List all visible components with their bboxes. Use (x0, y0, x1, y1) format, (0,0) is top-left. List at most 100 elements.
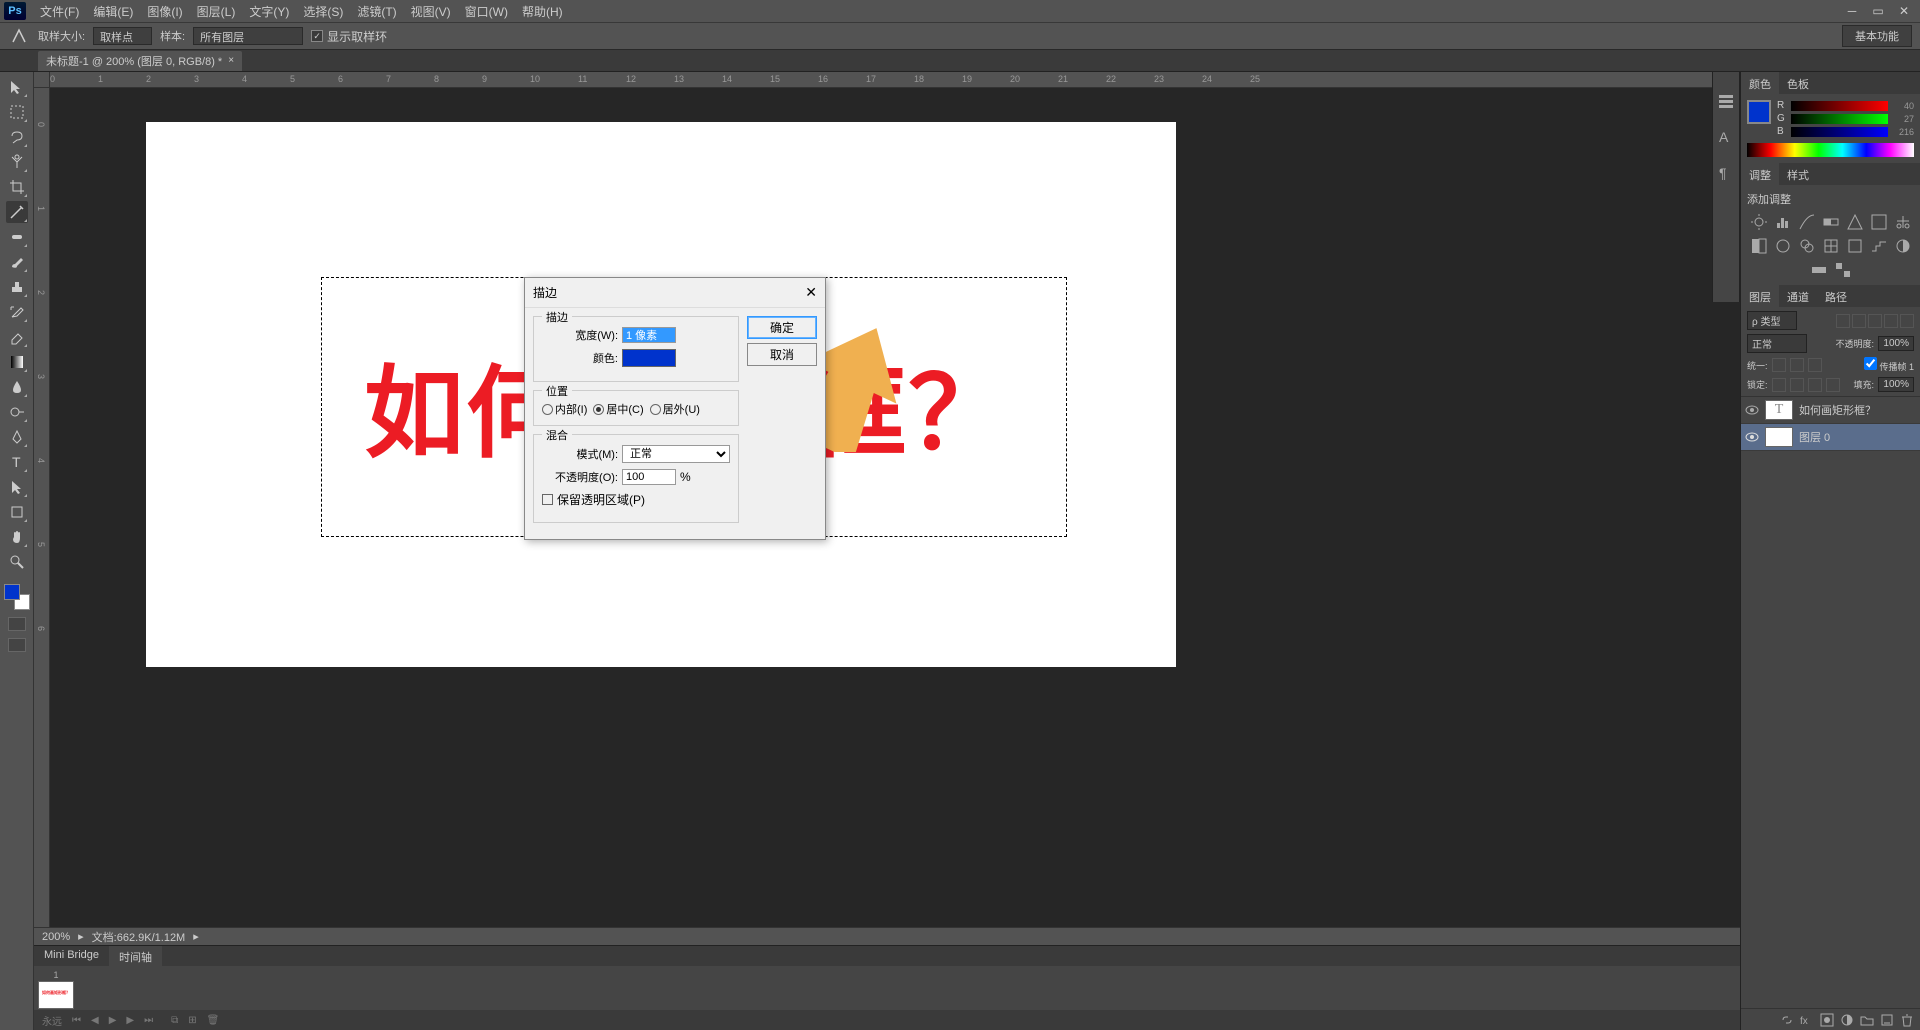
lock-transparent-icon[interactable] (1772, 378, 1786, 392)
color-picker[interactable] (622, 349, 676, 367)
marquee-tool[interactable] (6, 101, 28, 123)
vibrance-icon[interactable] (1846, 213, 1864, 231)
tab-swatches[interactable]: 色板 (1779, 72, 1817, 94)
opacity-input[interactable] (622, 469, 676, 485)
menu-file[interactable]: 文件(F) (34, 1, 85, 22)
character-panel-icon[interactable]: A (1717, 128, 1735, 146)
gradient-map-icon[interactable] (1810, 261, 1828, 279)
quick-select-tool[interactable] (6, 151, 28, 173)
blend-mode-select[interactable]: 正常 (1747, 334, 1807, 353)
maximize-button[interactable]: ▭ (1866, 2, 1890, 20)
menu-type[interactable]: 文字(Y) (243, 1, 295, 22)
b-slider[interactable] (1791, 127, 1888, 137)
group-icon[interactable] (1860, 1013, 1874, 1027)
zoom-level[interactable]: 200% (42, 931, 70, 943)
sample-size-select[interactable]: 取样点 (93, 27, 152, 45)
ok-button[interactable]: 确定 (747, 316, 817, 339)
next-frame-icon[interactable]: ▶ (126, 1015, 134, 1026)
shape-tool[interactable] (6, 501, 28, 523)
menu-select[interactable]: 选择(S) (297, 1, 349, 22)
unify-vis-icon[interactable] (1790, 358, 1804, 372)
curves-icon[interactable] (1798, 213, 1816, 231)
layer-item-bg[interactable]: 图层 0 (1741, 424, 1920, 451)
tab-layers[interactable]: 图层 (1741, 285, 1779, 307)
foreground-color[interactable] (4, 584, 20, 600)
hand-tool[interactable] (6, 526, 28, 548)
trash-icon[interactable] (1900, 1013, 1914, 1027)
g-slider[interactable] (1791, 114, 1888, 124)
dodge-tool[interactable] (6, 401, 28, 423)
type-tool[interactable]: T (6, 451, 28, 473)
tab-paths[interactable]: 路径 (1817, 285, 1855, 307)
timeline-frame-thumb[interactable]: 如何画矩形框？ (38, 981, 74, 1009)
width-input[interactable] (622, 327, 676, 343)
tab-channels[interactable]: 通道 (1779, 285, 1817, 307)
eye-icon[interactable] (1745, 403, 1759, 417)
filter-image-icon[interactable] (1836, 314, 1850, 328)
mode-select[interactable]: 正常 (622, 445, 730, 463)
layer-item-text[interactable]: T 如何画矩形框？ (1741, 397, 1920, 424)
sample-select[interactable]: 所有图层 (193, 27, 303, 45)
fill-input[interactable]: 100% (1878, 377, 1914, 392)
color-spectrum[interactable] (1747, 143, 1914, 157)
fx-icon[interactable]: fx (1800, 1013, 1814, 1027)
invert-icon[interactable] (1846, 237, 1864, 255)
menu-image[interactable]: 图像(I) (141, 1, 188, 22)
unify-style-icon[interactable] (1808, 358, 1822, 372)
pen-tool[interactable] (6, 426, 28, 448)
radio-center[interactable]: 居中(C) (593, 401, 643, 417)
exposure-icon[interactable] (1822, 213, 1840, 231)
minimize-button[interactable]: ─ (1840, 2, 1864, 20)
menu-view[interactable]: 视图(V) (405, 1, 457, 22)
play-icon[interactable]: ▶ (109, 1015, 117, 1026)
filter-smart-icon[interactable] (1900, 314, 1914, 328)
layer-opacity-input[interactable]: 100% (1878, 336, 1914, 351)
stamp-tool[interactable] (6, 276, 28, 298)
radio-outside[interactable]: 居外(U) (650, 401, 700, 417)
propagate-checkbox[interactable] (1864, 357, 1877, 370)
lookup-icon[interactable] (1822, 237, 1840, 255)
lock-paint-icon[interactable] (1790, 378, 1804, 392)
tween-icon[interactable]: ⧉ (171, 1015, 178, 1026)
eyedropper-tool[interactable] (6, 201, 28, 223)
balance-icon[interactable] (1894, 213, 1912, 231)
brightness-icon[interactable] (1750, 213, 1768, 231)
menu-filter[interactable]: 滤镜(T) (351, 1, 402, 22)
paragraph-panel-icon[interactable]: ¶ (1717, 164, 1735, 182)
close-button[interactable]: ✕ (1892, 2, 1916, 20)
levels-icon[interactable] (1774, 213, 1792, 231)
gradient-tool[interactable] (6, 351, 28, 373)
selective-color-icon[interactable] (1834, 261, 1852, 279)
chevron-right-icon[interactable]: ▸ (193, 930, 199, 943)
posterize-icon[interactable] (1870, 237, 1888, 255)
canvas-area[interactable]: 0 1 2 3 4 5 6 7 8 9 10 11 12 13 14 15 16… (34, 72, 1740, 1030)
current-tool-icon[interactable] (8, 25, 30, 47)
tab-color[interactable]: 颜色 (1741, 72, 1779, 94)
preserve-checkbox[interactable] (542, 494, 553, 505)
new-layer-icon[interactable] (1880, 1013, 1894, 1027)
prev-frame-icon[interactable]: ◀ (91, 1015, 99, 1026)
dialog-close-icon[interactable]: ✕ (805, 284, 817, 301)
new-frame-icon[interactable]: ⊞ (188, 1015, 196, 1026)
quick-mask-toggle[interactable] (8, 617, 26, 631)
history-panel-icon[interactable] (1717, 92, 1735, 110)
tab-timeline[interactable]: 时间轴 (109, 946, 162, 966)
bw-icon[interactable] (1750, 237, 1768, 255)
screen-mode-toggle[interactable] (8, 638, 26, 652)
filter-type-icon[interactable] (1868, 314, 1882, 328)
move-tool[interactable] (6, 76, 28, 98)
menu-help[interactable]: 帮助(H) (516, 1, 569, 22)
history-brush-tool[interactable] (6, 301, 28, 323)
last-frame-icon[interactable]: ⏭ (144, 1015, 153, 1026)
layer-filter-select[interactable]: ρ 类型 (1747, 311, 1797, 330)
crop-tool[interactable] (6, 176, 28, 198)
eraser-tool[interactable] (6, 326, 28, 348)
tab-adjustments[interactable]: 调整 (1741, 163, 1779, 185)
document-tab[interactable]: 未标题-1 @ 200% (图层 0, RGB/8) * × (38, 51, 242, 71)
hue-icon[interactable] (1870, 213, 1888, 231)
close-tab-icon[interactable]: × (228, 55, 234, 66)
radio-inside[interactable]: 内部(I) (542, 401, 587, 417)
photo-filter-icon[interactable] (1774, 237, 1792, 255)
threshold-icon[interactable] (1894, 237, 1912, 255)
color-swatches[interactable] (4, 584, 30, 610)
